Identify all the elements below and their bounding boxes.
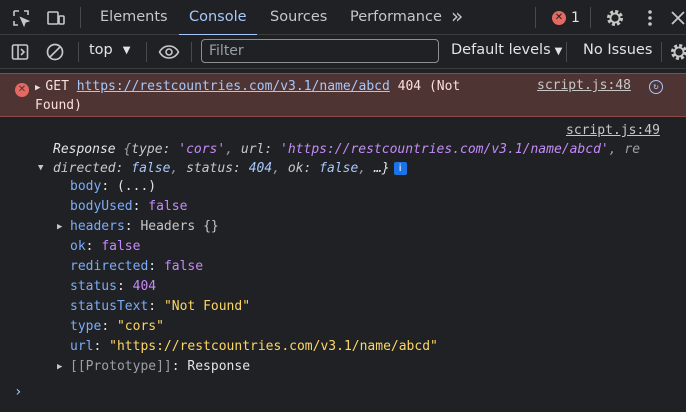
log-levels-dropdown[interactable]: Default levels ▼: [451, 42, 562, 58]
caret-down-icon: ▼: [554, 46, 563, 57]
divider: [191, 42, 192, 62]
tab-sources[interactable]: Sources: [270, 0, 327, 35]
divider: [661, 42, 662, 62]
divider: [535, 7, 536, 28]
property-key: type: [70, 319, 102, 334]
property-key: [[Prototype]]: [70, 359, 172, 374]
property-key: redirected: [70, 259, 149, 274]
more-options-icon[interactable]: [640, 8, 660, 28]
property-value: "Not Found": [163, 299, 251, 314]
property-value: false: [163, 259, 204, 274]
device-toolbar-icon[interactable]: [46, 8, 66, 28]
property-key: headers: [70, 219, 125, 234]
summary-redirected: false: [131, 161, 171, 176]
context-selector[interactable]: top ▼: [89, 42, 130, 58]
tab-elements[interactable]: Elements: [100, 0, 168, 35]
property-value: false: [148, 199, 188, 214]
caret-down-icon: ▼: [122, 45, 131, 56]
property-row: url: "https://restcountries.com/v3.1/nam…: [70, 339, 438, 354]
property-value: Response: [187, 359, 251, 374]
property-key: status: [70, 279, 117, 294]
request-url-link[interactable]: https://restcountries.com/v3.1/name/abcd: [77, 79, 390, 94]
close-icon[interactable]: [668, 8, 686, 28]
tab-console[interactable]: Console: [179, 0, 257, 36]
inspect-element-icon[interactable]: [11, 8, 31, 28]
property-key: body: [70, 179, 102, 194]
error-source-link[interactable]: script.js:48: [537, 78, 631, 93]
error-icon: ✕: [552, 11, 566, 25]
expand-triangle-icon[interactable]: ▶: [57, 357, 62, 377]
summary-url: 'https://restcountries.com/v3.1/name/abc…: [280, 142, 609, 157]
console-prompt-icon[interactable]: ›: [14, 384, 22, 400]
property-value: (...): [116, 179, 157, 194]
error-count-badge[interactable]: ✕ 1: [552, 10, 580, 26]
property-key: ok: [70, 239, 86, 254]
property-row[interactable]: ▶ headers: Headers {}: [57, 217, 438, 237]
divider: [590, 7, 591, 28]
response-object-summary[interactable]: Response {type: 'cors', url: 'https://re…: [37, 140, 677, 178]
request-method: GET: [45, 79, 69, 94]
tab-performance[interactable]: Performance: [350, 0, 442, 35]
property-row: status: 404: [70, 279, 157, 294]
issues-button[interactable]: No Issues: [583, 42, 652, 58]
property-row[interactable]: ▶ [[Prototype]]: Response: [57, 357, 438, 377]
summary-ellipsis: …}: [373, 161, 390, 176]
gear-icon[interactable]: [669, 42, 686, 62]
divider: [78, 42, 79, 62]
response-properties: body: (...) bodyUsed: false ▶ headers: Head…: [57, 177, 438, 377]
property-key: statusText: [70, 299, 149, 314]
eye-icon[interactable]: [158, 42, 180, 62]
error-icon: ✕: [15, 83, 29, 97]
context-label: top: [89, 42, 113, 58]
devtools-tab-bar: Elements Console Sources Performance » ✕…: [0, 0, 686, 36]
error-count: 1: [571, 10, 580, 26]
expand-triangle-icon[interactable]: ▶: [57, 217, 62, 237]
property-value: false: [101, 239, 141, 254]
summary-ok: false: [319, 161, 359, 176]
log-source-link[interactable]: script.js:49: [566, 123, 660, 138]
property-row: type: "cors": [70, 319, 164, 334]
summary-type: 'cors': [178, 142, 226, 157]
property-row: bodyUsed: false: [70, 199, 188, 214]
info-icon[interactable]: i: [393, 162, 407, 175]
filter-input[interactable]: [201, 39, 439, 63]
property-value: "cors": [116, 319, 164, 334]
divider: [566, 42, 567, 62]
property-value: 404: [132, 279, 157, 294]
property-value: Headers {}: [140, 219, 219, 234]
collapse-triangle-icon[interactable]: ▼: [38, 159, 43, 178]
gear-icon[interactable]: [605, 8, 625, 28]
network-request-icon[interactable]: ↻: [649, 80, 663, 94]
console-toolbar: top▼ Default levels▼ No Issues: [0, 35, 686, 69]
console-error-message[interactable]: ✕ ▶ GET https://restcountries.com/v3.1/na…: [0, 73, 686, 117]
summary-status: 404: [248, 161, 273, 176]
log-levels-label: Default levels: [451, 42, 551, 58]
property-value: "https://restcountries.com/v3.1/name/abc…: [109, 339, 438, 354]
divider: [146, 42, 147, 62]
property-row: statusText: "Not Found": [70, 299, 251, 314]
more-tabs-icon[interactable]: »: [451, 0, 463, 34]
property-row: ok: false: [70, 239, 141, 254]
clear-console-icon[interactable]: [45, 42, 65, 62]
divider: [80, 7, 81, 28]
error-text: ▶ GET https://restcountries.com/v3.1/name…: [35, 78, 505, 115]
expand-triangle-icon[interactable]: ▶: [35, 83, 40, 93]
property-row: redirected: false: [70, 259, 204, 274]
property-key: url: [70, 339, 94, 354]
property-key: bodyUsed: [70, 199, 133, 214]
property-row: body: (...): [70, 179, 157, 194]
sidebar-toggle-icon[interactable]: [10, 42, 30, 62]
object-class: Response: [53, 142, 116, 157]
